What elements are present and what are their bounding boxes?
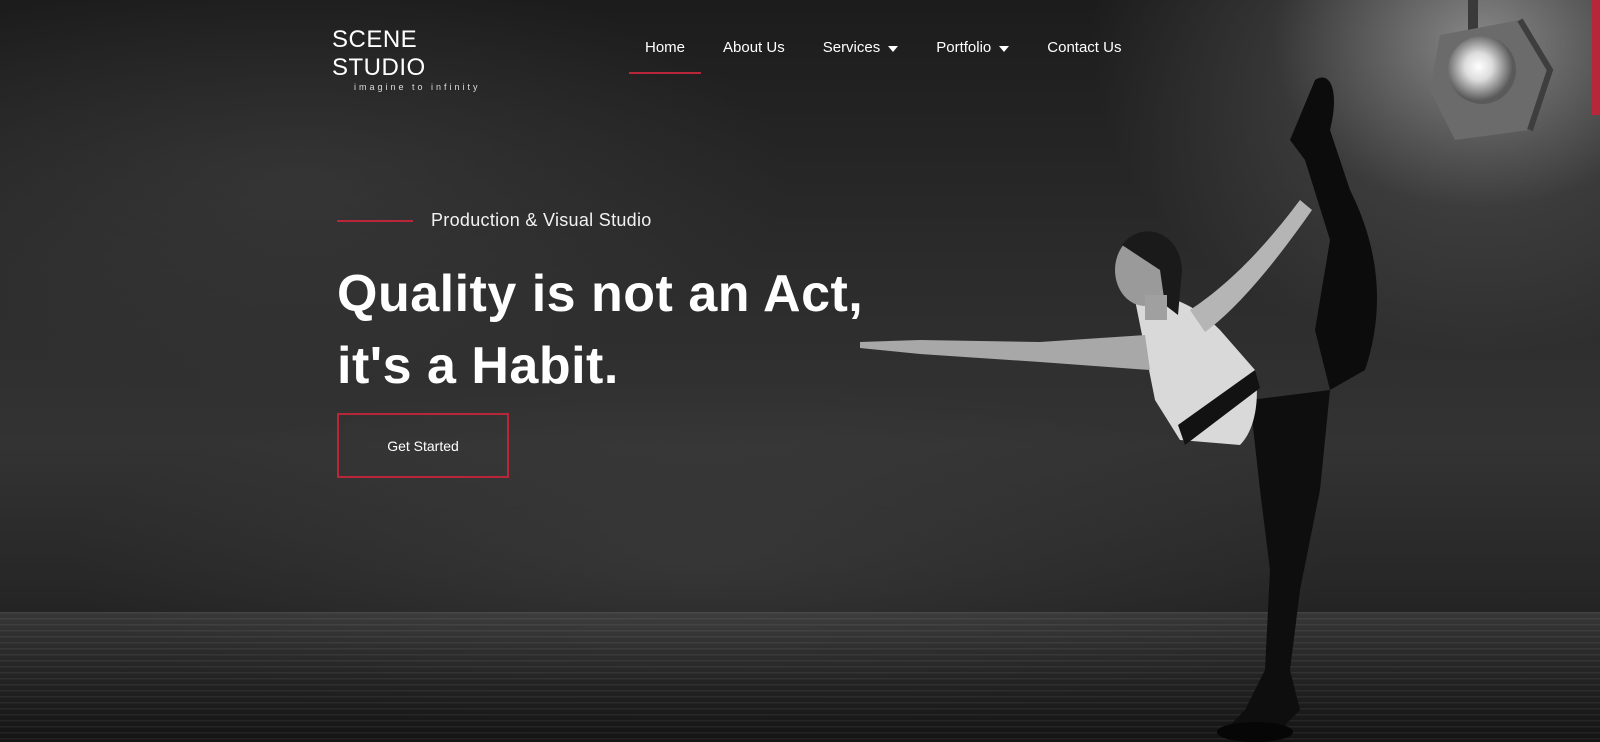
nav-item-label: Services <box>822 39 881 56</box>
eyebrow-text: Production & Visual Studio <box>431 210 652 230</box>
nav-item-label: Contact Us <box>1047 39 1122 56</box>
brand-logo[interactable]: SCENE STUDIO imagine to infinity <box>332 26 502 92</box>
nav-item-portfolio[interactable]: Portfolio <box>936 36 1010 74</box>
nav-item-services[interactable]: Services <box>823 36 899 74</box>
main-nav: Home About Us Services Portfolio Contact… <box>628 36 1159 74</box>
brand-name: SCENE STUDIO <box>332 26 426 81</box>
nav-item-label: Portfolio <box>936 39 992 56</box>
nav-item-label: Home <box>645 39 686 56</box>
headline-line-2: it's a Habit. <box>337 337 619 395</box>
chevron-down-icon <box>999 45 1010 52</box>
hero-eyebrow: Production & Visual Studio <box>337 210 652 231</box>
get-started-button[interactable]: Get Started <box>337 413 509 478</box>
hero-section: SCENE STUDIO imagine to infinity Home Ab… <box>0 0 1600 742</box>
eyebrow-divider <box>337 219 413 222</box>
nav-item-about-us[interactable]: About Us <box>723 36 785 74</box>
nav-item-home[interactable]: Home <box>628 36 702 74</box>
spotlight-lamp-image <box>1430 0 1554 140</box>
nav-item-contact-us[interactable]: Contact Us <box>1047 36 1121 74</box>
dancer-image <box>860 77 1377 742</box>
chevron-down-icon <box>888 45 899 52</box>
hero-headline: Quality is not an Act, it's a Habit. <box>337 258 897 402</box>
scrollbar-thumb[interactable] <box>1592 0 1600 115</box>
brand-tagline: imagine to infinity <box>354 82 481 92</box>
headline-line-1: Quality is not an Act, <box>337 265 864 323</box>
nav-item-label: About Us <box>723 39 785 56</box>
